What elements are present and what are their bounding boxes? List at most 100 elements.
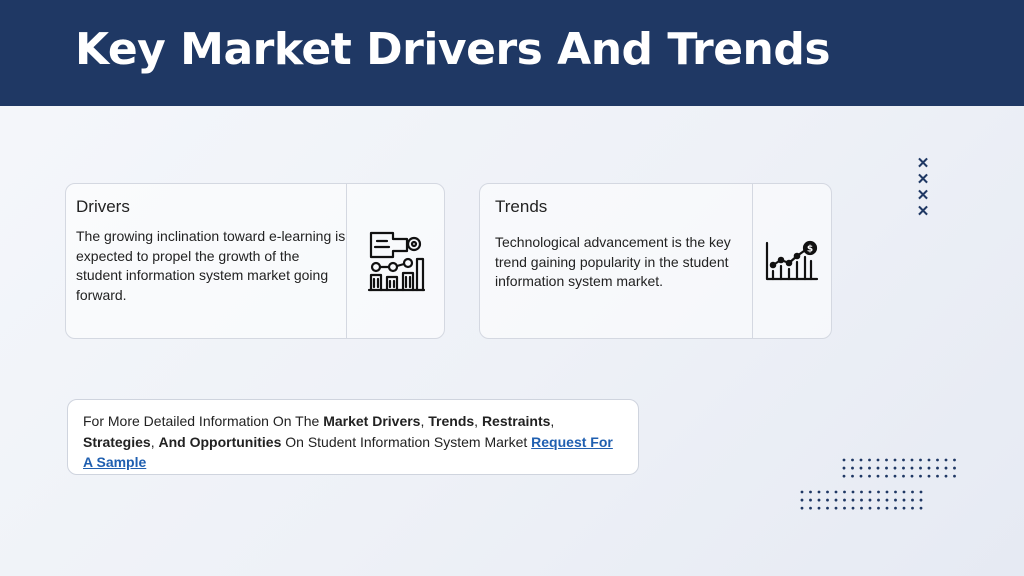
trends-title: Trends bbox=[495, 197, 548, 216]
decor-dot bbox=[902, 466, 905, 470]
decor-dot bbox=[843, 498, 846, 502]
x-mark-icon: ✕ bbox=[916, 203, 930, 220]
decor-dot bbox=[809, 506, 812, 510]
decor-dot bbox=[859, 458, 863, 462]
dot-grid-decoration bbox=[800, 458, 956, 510]
decor-dot bbox=[834, 506, 838, 510]
decor-dot bbox=[877, 490, 880, 494]
decor-dot bbox=[851, 458, 854, 462]
drivers-text: The growing inclination toward e-learnin… bbox=[76, 228, 346, 303]
decor-dot bbox=[936, 474, 939, 478]
info-opportunities: And Opportunities bbox=[158, 433, 282, 450]
decor-dot bbox=[885, 506, 889, 510]
trends-text: Technological advancement is the key tre… bbox=[495, 234, 731, 289]
decor-dot bbox=[842, 466, 846, 470]
decor-dot bbox=[885, 458, 888, 462]
decor-dot bbox=[851, 474, 854, 478]
decor-dot bbox=[868, 466, 871, 470]
decor-dot bbox=[919, 458, 922, 462]
decor-dot bbox=[817, 506, 821, 510]
decor-dot bbox=[911, 490, 914, 494]
decor-dot bbox=[859, 466, 863, 470]
decor-dot bbox=[851, 498, 855, 502]
x-mark-icon: ✕ bbox=[916, 171, 930, 188]
decor-dot bbox=[809, 490, 812, 494]
decor-dot bbox=[893, 458, 897, 462]
decor-dot bbox=[936, 458, 939, 462]
decor-dot bbox=[877, 498, 880, 502]
decor-dot bbox=[826, 506, 829, 510]
growth-chart-dollar-icon: $ bbox=[765, 240, 819, 281]
decor-dot bbox=[851, 466, 854, 470]
drivers-title: Drivers bbox=[76, 197, 130, 216]
decor-dot bbox=[902, 474, 905, 478]
decor-dot bbox=[851, 506, 855, 510]
svg-text:$: $ bbox=[807, 245, 813, 255]
decor-dot bbox=[868, 474, 871, 478]
info-trends: Trends bbox=[428, 413, 475, 429]
decor-dot bbox=[876, 466, 880, 470]
info-text: , bbox=[474, 413, 482, 429]
x-mark-icon: ✕ bbox=[916, 155, 930, 172]
decor-dot bbox=[860, 506, 863, 510]
decor-dot bbox=[910, 474, 914, 478]
decor-dot bbox=[894, 490, 897, 494]
decor-dot bbox=[800, 490, 804, 494]
drivers-icon-panel bbox=[346, 184, 444, 338]
decor-dot bbox=[885, 490, 889, 494]
decor-dot bbox=[842, 474, 846, 478]
x-marks-decoration: ✕ ✕ ✕ ✕ bbox=[916, 156, 930, 220]
decor-dot bbox=[953, 458, 956, 462]
decor-dot bbox=[868, 498, 872, 502]
decor-dot bbox=[944, 466, 948, 470]
elearning-chart-icon bbox=[367, 231, 425, 292]
decor-dot bbox=[902, 490, 906, 494]
decor-dot bbox=[910, 458, 914, 462]
decor-dot bbox=[817, 490, 821, 494]
decor-dot bbox=[843, 506, 846, 510]
decor-dot bbox=[944, 474, 948, 478]
header-bar: Key Market Drivers And Trends bbox=[0, 0, 1024, 106]
drivers-card: Drivers The growing inclination toward e… bbox=[65, 183, 445, 339]
decor-dot bbox=[809, 498, 812, 502]
decor-dot bbox=[919, 506, 923, 510]
decor-dot bbox=[843, 490, 846, 494]
decor-dot bbox=[919, 490, 923, 494]
decor-dot bbox=[893, 466, 897, 470]
decor-dot bbox=[868, 506, 872, 510]
decor-dot bbox=[927, 474, 931, 478]
decor-dot bbox=[885, 466, 888, 470]
decor-dot bbox=[885, 474, 888, 478]
decor-dot bbox=[826, 490, 829, 494]
decor-dot bbox=[860, 498, 863, 502]
decor-dot bbox=[877, 506, 880, 510]
decor-dot bbox=[868, 458, 871, 462]
decor-dot bbox=[902, 506, 906, 510]
decor-dot bbox=[868, 490, 872, 494]
x-mark-icon: ✕ bbox=[916, 187, 930, 204]
info-text: On Student Information System Market bbox=[281, 433, 532, 450]
decor-dot bbox=[953, 466, 956, 470]
decor-dot bbox=[876, 474, 880, 478]
decor-dot bbox=[859, 474, 863, 478]
decor-dot bbox=[936, 466, 939, 470]
decor-dot bbox=[919, 498, 923, 502]
decor-dot bbox=[927, 458, 931, 462]
decor-dot bbox=[800, 498, 804, 502]
decor-dot bbox=[860, 490, 863, 494]
decor-dot bbox=[919, 466, 922, 470]
decor-dot bbox=[894, 498, 897, 502]
decor-dot bbox=[902, 458, 905, 462]
decor-dot bbox=[834, 498, 838, 502]
trends-icon-panel: $ bbox=[752, 184, 831, 338]
page-title: Key Market Drivers And Trends bbox=[75, 24, 831, 75]
info-text: For More Detailed Information On The bbox=[83, 413, 324, 429]
trends-card: Trends Technological advancement is the … bbox=[479, 183, 832, 339]
decor-dot bbox=[876, 458, 880, 462]
decor-dot bbox=[893, 474, 897, 478]
info-strategies: Strategies bbox=[83, 433, 151, 450]
info-market-drivers: Market Drivers bbox=[323, 413, 421, 429]
decor-dot bbox=[885, 498, 889, 502]
decor-dot bbox=[842, 458, 846, 462]
decor-dot bbox=[911, 498, 914, 502]
